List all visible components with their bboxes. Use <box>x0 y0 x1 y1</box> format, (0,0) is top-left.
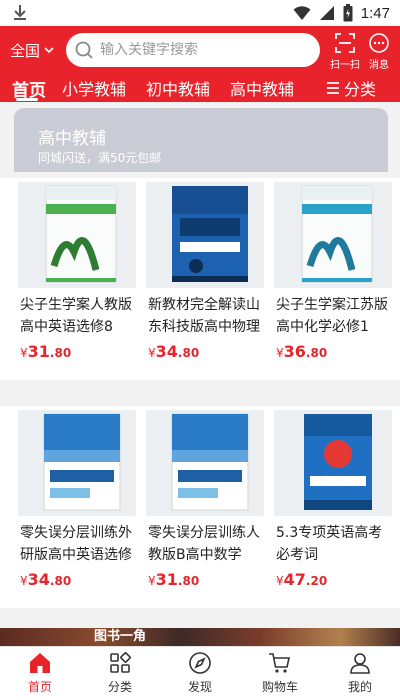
menu-icon <box>327 82 339 94</box>
tab-primary-school[interactable]: 小学教辅 <box>62 76 126 100</box>
cart-icon <box>269 653 290 673</box>
chevron-down-icon <box>44 47 54 54</box>
section-title: 高中教辅 <box>38 129 106 149</box>
scan-button[interactable]: 扫一扫 <box>328 32 362 71</box>
home-icon <box>30 653 50 673</box>
nav-home-label: 首页 <box>27 680 52 694</box>
search-box[interactable] <box>66 33 320 67</box>
book-cover-image <box>146 182 264 288</box>
product-card[interactable]: 尖子生学案江苏版高中化学必修1 ¥36.80 <box>270 178 392 380</box>
nav-profile[interactable]: 我的 <box>330 651 390 695</box>
bottom-navigation: 首页 分类 发现 购物车 我的 <box>0 646 400 700</box>
product-price: ¥36.80 <box>276 342 328 361</box>
product-name: 新教材完全解读山东科技版高中物理 <box>148 297 260 335</box>
category-button-label: 分类 <box>344 80 377 99</box>
download-icon <box>14 5 26 20</box>
search-icon <box>75 41 93 59</box>
category-tabs: 首页 小学教辅 初中教辅 高中教辅 分类 <box>0 74 400 102</box>
product-card[interactable]: 零失误分层训练人教版B高中数学 ¥31.80 <box>142 406 264 608</box>
product-name: 零失误分层训练人教版B高中数学 <box>148 525 260 563</box>
status-time: 1:47 <box>360 4 390 22</box>
product-row: 零失误分层训练外研版高中英语选修 ¥34.80 零失误分层训练人教版B高中数学 … <box>0 406 400 608</box>
book-cover-image <box>18 410 136 516</box>
message-button[interactable]: 消息 <box>364 32 394 71</box>
product-card[interactable]: 5.3专项英语高考必考词3500+1600 ¥47.20 <box>270 406 392 608</box>
product-name: 5.3专项英语高考必考词3500+1600 <box>276 525 383 563</box>
book-cover-image <box>274 410 392 516</box>
status-bar: 1:47 <box>0 0 400 26</box>
product-card[interactable]: 零失误分层训练外研版高中英语选修 ¥34.80 <box>14 406 136 608</box>
user-icon <box>350 653 370 674</box>
signal-icon <box>319 6 334 20</box>
header-bar: 全国 扫一扫 消息 首页 小学教辅 初中教辅 高中教辅 <box>0 26 400 102</box>
search-input[interactable] <box>100 42 300 58</box>
scan-label: 扫一扫 <box>330 60 360 71</box>
region-label: 全国 <box>10 41 41 60</box>
tab-high-school[interactable]: 高中教辅 <box>230 76 294 100</box>
banner-text: 图书一角 <box>94 629 147 644</box>
compass-icon <box>189 652 211 674</box>
product-card[interactable]: 尖子生学案人教版高中英语选修8 ¥31.80 <box>14 178 136 380</box>
product-price: ¥31.80 <box>148 570 200 589</box>
book-cover-image <box>274 182 392 288</box>
product-name: 尖子生学案人教版高中英语选修8 <box>20 297 132 335</box>
active-tab-indicator <box>16 98 38 101</box>
product-price: ¥47.20 <box>276 570 328 589</box>
product-price: ¥31.80 <box>20 342 72 361</box>
section-subtitle: 同城闪送，满50元包邮 <box>38 151 162 165</box>
nav-cart[interactable]: 购物车 <box>250 651 310 695</box>
nav-home[interactable]: 首页 <box>10 651 70 695</box>
region-selector[interactable]: 全国 <box>10 38 56 62</box>
scan-icon <box>335 33 355 53</box>
nav-profile-label: 我的 <box>347 680 372 694</box>
battery-icon <box>343 4 353 22</box>
nav-category-label: 分类 <box>107 680 132 694</box>
message-label: 消息 <box>369 60 389 71</box>
category-button[interactable]: 分类 <box>312 74 400 102</box>
product-row: 尖子生学案人教版高中英语选修8 ¥31.80 新教材完全解读山东科技版高中物理 … <box>0 178 400 380</box>
promo-banner[interactable]: 图书一角 <box>0 628 400 646</box>
wifi-icon <box>293 6 311 20</box>
book-cover-image <box>18 182 136 288</box>
nav-category[interactable]: 分类 <box>90 651 150 695</box>
product-card[interactable]: 新教材完全解读山东科技版高中物理 ¥34.80 <box>142 178 264 380</box>
product-price: ¥34.80 <box>148 342 200 361</box>
section-header: 高中教辅 同城闪送，满50元包邮 <box>14 108 388 172</box>
banner-image <box>0 628 400 646</box>
tab-middle-school[interactable]: 初中教辅 <box>146 76 210 100</box>
product-name: 尖子生学案江苏版高中化学必修1 <box>276 297 388 335</box>
book-cover-image <box>146 410 264 516</box>
message-icon <box>369 33 389 53</box>
nav-cart-label: 购物车 <box>261 680 298 694</box>
nav-discover-label: 发现 <box>187 680 212 694</box>
product-name: 零失误分层训练外研版高中英语选修 <box>20 525 132 563</box>
nav-discover[interactable]: 发现 <box>170 651 230 695</box>
category-icon <box>110 652 131 673</box>
product-price: ¥34.80 <box>20 570 72 589</box>
